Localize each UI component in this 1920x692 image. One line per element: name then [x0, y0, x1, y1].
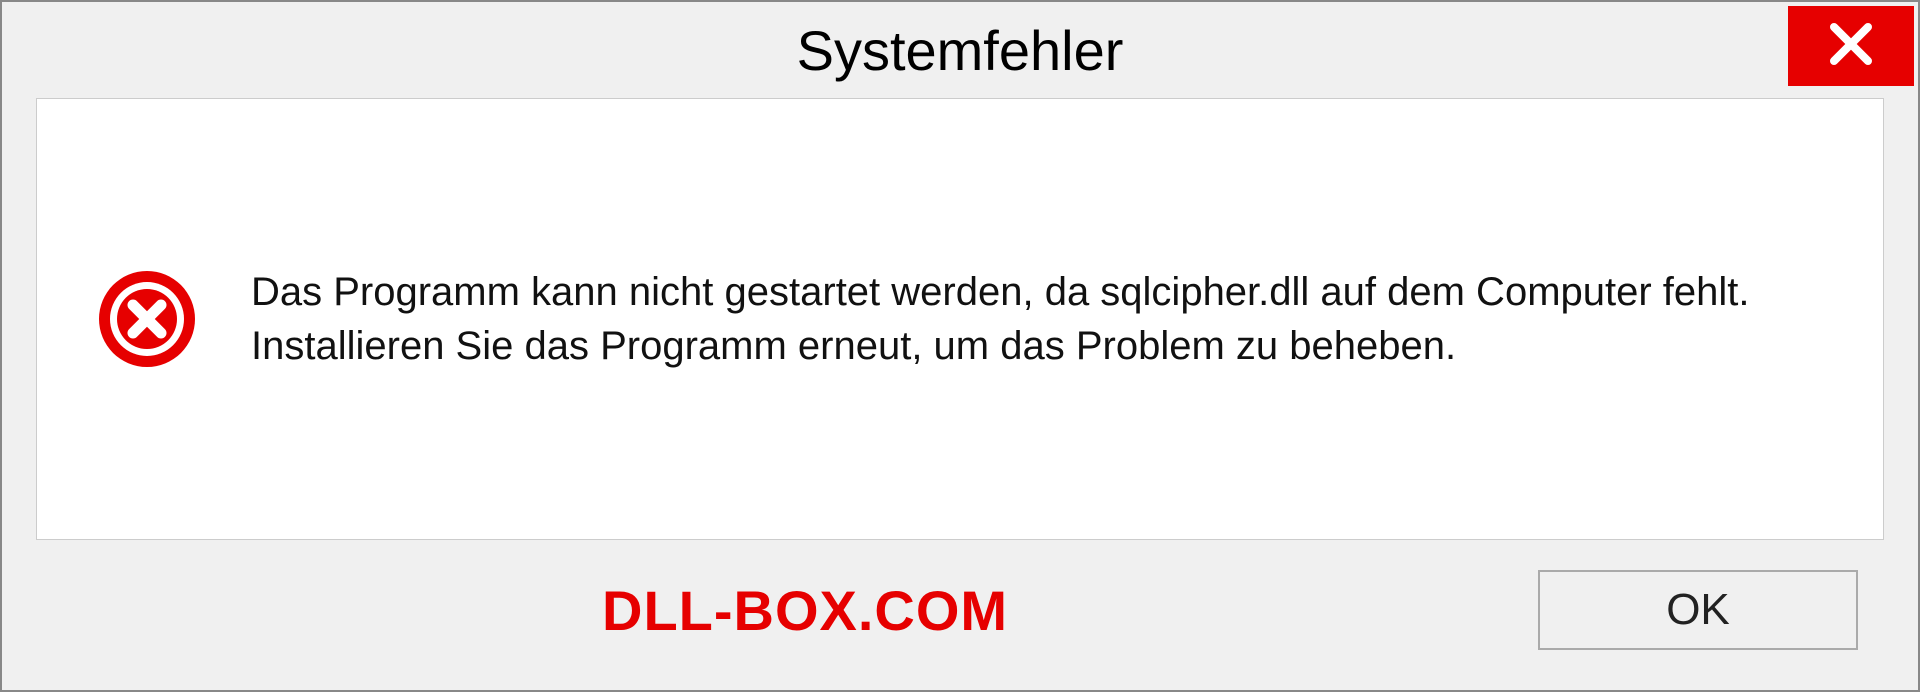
- watermark-text: DLL-BOX.COM: [602, 578, 1008, 643]
- ok-button-label: OK: [1666, 585, 1730, 635]
- error-dialog: Systemfehler Das Programm kann nicht ges…: [0, 0, 1920, 692]
- dialog-title: Systemfehler: [797, 18, 1124, 83]
- dialog-footer: DLL-BOX.COM OK: [2, 570, 1918, 690]
- content-panel: Das Programm kann nicht gestartet werden…: [36, 98, 1884, 540]
- error-icon: [97, 269, 197, 369]
- close-button[interactable]: [1788, 6, 1914, 86]
- close-icon: [1828, 21, 1874, 72]
- ok-button[interactable]: OK: [1538, 570, 1858, 650]
- titlebar: Systemfehler: [2, 2, 1918, 98]
- error-message: Das Programm kann nicht gestartet werden…: [251, 265, 1823, 373]
